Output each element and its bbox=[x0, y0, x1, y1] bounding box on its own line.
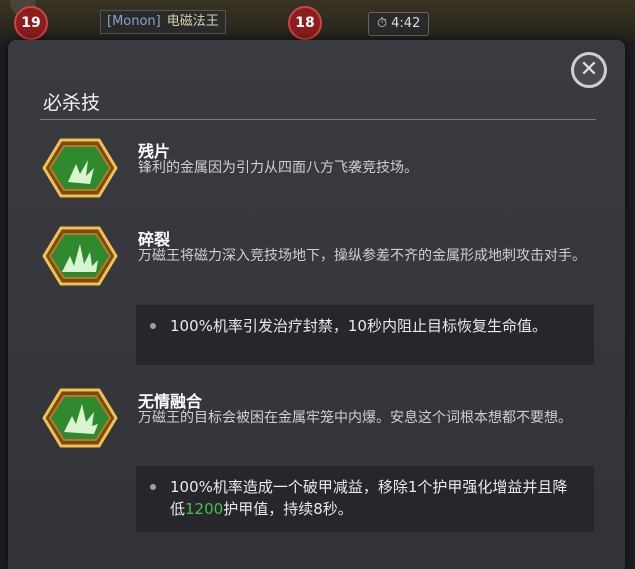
skill-effect-note: 100%机率引发治疗封禁，10秒内阻止目标恢复生命值。 bbox=[136, 305, 594, 365]
shatter-icon bbox=[42, 226, 118, 286]
section-divider bbox=[40, 119, 596, 120]
armor-reduction-value: 1200 bbox=[185, 500, 224, 518]
player-name: 电磁法王 bbox=[166, 14, 219, 29]
special-skills-panel: ✕ 必杀技 残片 锋利的金属因为引力从四面八方飞袭竞技场。 碎裂 万磁王将磁力深… bbox=[8, 40, 625, 569]
ruthless-fusion-icon bbox=[42, 388, 118, 448]
clock-icon: ⏱ bbox=[377, 16, 388, 31]
metal-shard-icon bbox=[42, 138, 118, 198]
bullet-icon bbox=[150, 323, 156, 329]
skill-description: 万磁王的目标会被困在金属牢笼中内爆。安息这个词根本想都不要想。 bbox=[138, 410, 572, 426]
player-tag: [Monon] bbox=[107, 14, 161, 29]
skill-entry-ruthless-fusion: 无情融合 万磁王的目标会被困在金属牢笼中内爆。安息这个词根本想都不要想。 bbox=[42, 388, 602, 450]
skill-entry-shatter: 碎裂 万磁王将磁力深入竞技场地下，操纵参差不齐的金属形成地刺攻击对手。 bbox=[42, 226, 602, 288]
close-icon[interactable]: ✕ bbox=[571, 52, 607, 88]
skill-entry-shard: 残片 锋利的金属因为引力从四面八方飞袭竞技场。 bbox=[42, 138, 602, 200]
effect-text: 100%机率引发治疗封禁，10秒内阻止目标恢复生命值。 bbox=[170, 317, 547, 335]
skill-description: 万磁王将磁力深入竞技场地下，操纵参差不齐的金属形成地刺攻击对手。 bbox=[138, 248, 586, 264]
right-level-badge: 18 bbox=[288, 6, 322, 40]
section-title: 必杀技 bbox=[43, 92, 101, 114]
skill-description: 锋利的金属因为引力从四面八方飞袭竞技场。 bbox=[138, 160, 418, 176]
skill-effect-note: 100%机率造成一个破甲减益，移除1个护甲强化增益并且降低1200护甲值，持续8… bbox=[136, 466, 594, 532]
left-level-badge: 19 bbox=[14, 6, 48, 40]
game-hud-bar: 19 [Monon] 电磁法王 18 ⏱ 4:42 bbox=[0, 0, 635, 42]
player-name-label: [Monon] 电磁法王 bbox=[100, 10, 226, 34]
effect-text-post: 护甲值，持续8秒。 bbox=[223, 500, 353, 518]
match-timer: ⏱ 4:42 bbox=[368, 12, 430, 36]
timer-text: 4:42 bbox=[391, 16, 421, 31]
bullet-icon bbox=[150, 484, 156, 490]
